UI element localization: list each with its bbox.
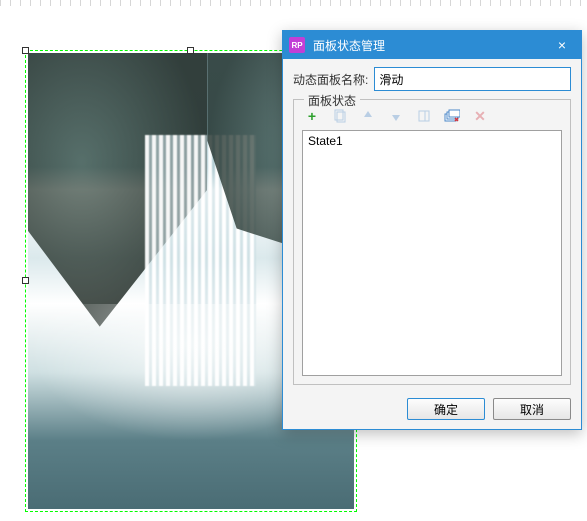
panel-state-manager-dialog: RP 面板状态管理 × 动态面板名称: 面板状态 + — [282, 30, 582, 430]
move-down-button — [388, 108, 404, 124]
panel-name-input[interactable] — [374, 67, 571, 91]
states-list[interactable]: State1 — [302, 130, 562, 376]
button-row: 确定 取消 — [283, 389, 581, 429]
app-icon: RP — [289, 37, 305, 53]
dialog-title: 面板状态管理 — [313, 37, 541, 54]
cancel-button[interactable]: 取消 — [493, 398, 571, 420]
move-up-button — [360, 108, 376, 124]
fieldset-legend: 面板状态 — [304, 92, 360, 109]
name-row: 动态面板名称: — [293, 67, 571, 91]
add-state-button[interactable]: + — [304, 108, 320, 124]
state-item[interactable]: State1 — [305, 133, 559, 149]
close-icon[interactable]: × — [549, 31, 575, 59]
states-fieldset: 面板状态 + ✕ S — [293, 99, 571, 385]
delete-state-button: ✕ — [472, 108, 488, 124]
edit-state-button — [416, 108, 432, 124]
ok-button[interactable]: 确定 — [407, 398, 485, 420]
states-toolbar: + ✕ — [302, 108, 562, 130]
name-label: 动态面板名称: — [293, 71, 368, 88]
resize-handle[interactable] — [22, 47, 29, 54]
ruler — [0, 0, 587, 6]
resize-handle[interactable] — [187, 47, 194, 54]
resize-handle[interactable] — [22, 277, 29, 284]
dialog-body: 动态面板名称: 面板状态 + — [283, 59, 581, 389]
edit-all-button[interactable] — [444, 108, 460, 124]
titlebar[interactable]: RP 面板状态管理 × — [283, 31, 581, 59]
duplicate-state-button — [332, 108, 348, 124]
